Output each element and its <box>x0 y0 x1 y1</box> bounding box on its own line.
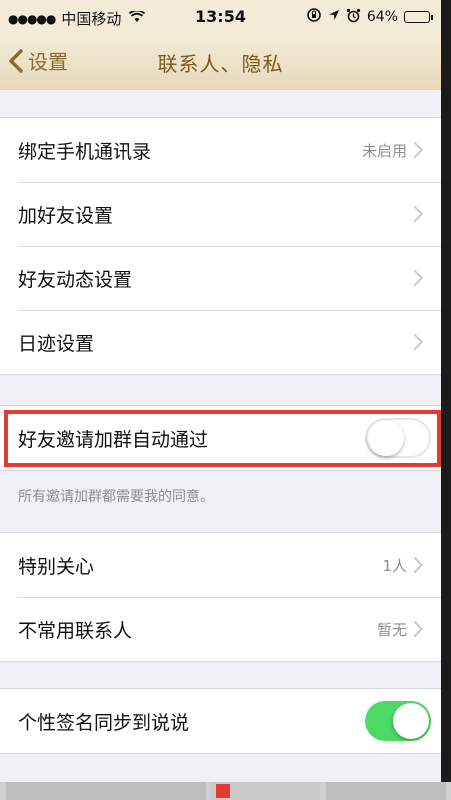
window-edge <box>441 0 451 800</box>
status-bar: ●●●●● 中国移动 13:54 64% <box>0 0 441 34</box>
signature-sync-toggle[interactable] <box>365 701 431 741</box>
row-label: 好友邀请加群自动通过 <box>18 428 209 451</box>
group-invite-group: 好友邀请加群自动通过 <box>0 405 441 471</box>
row-label: 不常用联系人 <box>18 619 133 642</box>
row-value: 暂无 <box>376 620 407 639</box>
toggle-knob <box>393 703 429 739</box>
row-label: 绑定手机通讯录 <box>18 140 152 163</box>
friend-feed-settings-row[interactable]: 好友动态设置 <box>0 246 441 310</box>
signature-sync-group: 个性签名同步到说说 <box>0 688 441 754</box>
battery-icon <box>404 11 433 23</box>
special-care-row[interactable]: 特别关心 1人 <box>0 533 441 597</box>
app-icon <box>216 784 230 798</box>
chevron-right-icon <box>413 269 429 287</box>
chevron-right-icon <box>413 333 429 351</box>
chevron-right-icon <box>413 620 429 638</box>
battery-percent: 64% <box>366 9 398 25</box>
row-label: 好友动态设置 <box>18 268 133 291</box>
auto-accept-group-invite-row: 好友邀请加群自动通过 <box>0 406 441 470</box>
row-label: 加好友设置 <box>18 204 114 227</box>
group-invite-footnote: 所有邀请加群都需要我的同意。 <box>18 489 214 505</box>
contacts-settings-group: 绑定手机通讯录 未启用 加好友设置 好友动态设置 日迹设置 <box>0 117 441 375</box>
chevron-right-icon <box>413 205 429 223</box>
infrequent-contacts-row[interactable]: 不常用联系人 暂无 <box>0 597 441 661</box>
location-icon <box>328 9 340 25</box>
add-friend-settings-row[interactable]: 加好友设置 <box>0 182 441 246</box>
signature-sync-row: 个性签名同步到说说 <box>0 689 441 753</box>
page-title: 联系人、隐私 <box>157 52 284 76</box>
taskbar-item[interactable] <box>6 782 206 800</box>
chevron-right-icon <box>413 141 429 159</box>
bottom-taskbar <box>0 782 451 800</box>
auto-accept-group-invite-toggle[interactable] <box>365 418 431 458</box>
row-label: 特别关心 <box>18 555 95 578</box>
row-label: 日迹设置 <box>18 332 95 355</box>
row-label: 个性签名同步到说说 <box>18 711 190 734</box>
row-value: 1人 <box>382 556 407 575</box>
toggle-knob <box>368 420 404 456</box>
rotation-lock-icon <box>306 7 322 27</box>
daily-trace-settings-row[interactable]: 日迹设置 <box>0 310 441 374</box>
phone-screen: ●●●●● 中国移动 13:54 64% 设置 联系人、隐私 绑定手机通讯录 未… <box>0 0 441 800</box>
bind-contacts-row[interactable]: 绑定手机通讯录 未启用 <box>0 118 441 182</box>
chevron-right-icon <box>413 556 429 574</box>
special-contacts-group: 特别关心 1人 不常用联系人 暂无 <box>0 532 441 662</box>
taskbar-item[interactable] <box>210 782 320 800</box>
alarm-icon <box>346 8 361 27</box>
status-right-group: 64% <box>306 7 433 27</box>
row-value: 未启用 <box>361 141 407 160</box>
navigation-bar: 设置 联系人、隐私 <box>0 34 441 90</box>
taskbar-item[interactable] <box>326 782 446 800</box>
